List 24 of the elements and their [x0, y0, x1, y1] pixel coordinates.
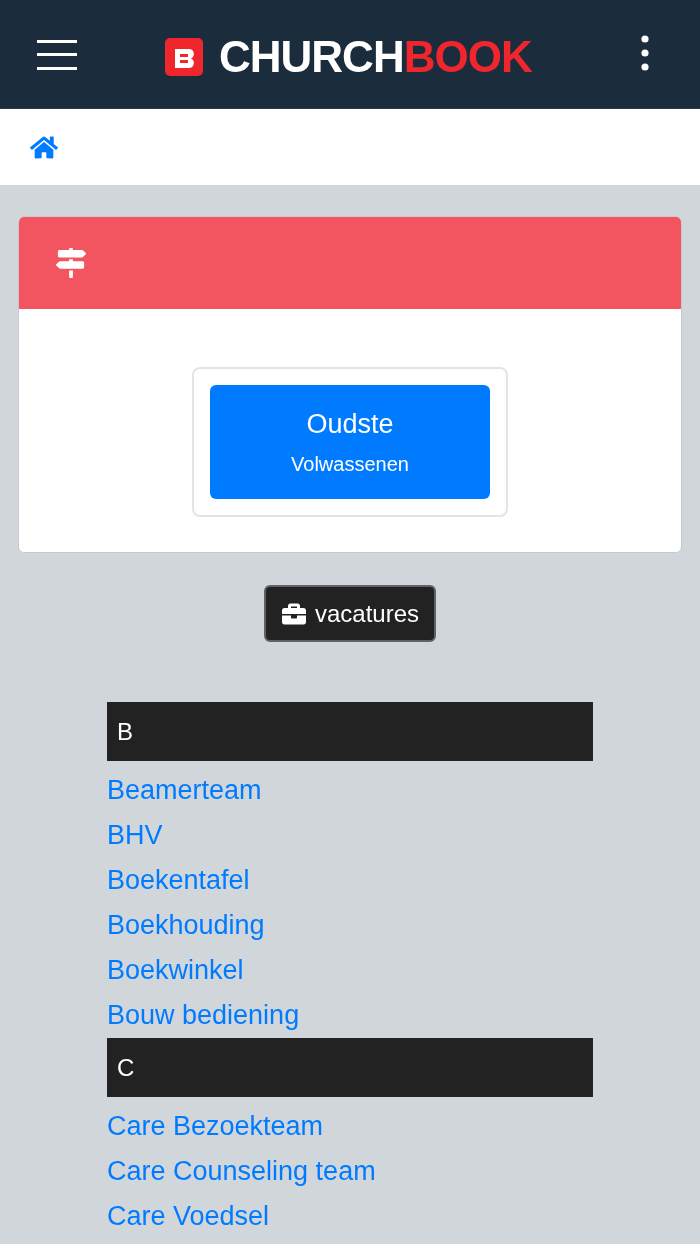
group-title: Oudste: [306, 408, 394, 440]
team-link[interactable]: Beamerteam: [107, 768, 262, 813]
group-subtitle: Volwassenen: [291, 452, 409, 476]
team-link[interactable]: Bouw bediening: [107, 993, 300, 1038]
team-link[interactable]: Care Bezoekteam: [107, 1104, 324, 1149]
letter-header: B: [107, 702, 593, 761]
team-link[interactable]: Boekhouding: [107, 903, 265, 948]
team-link[interactable]: Boekentafel: [107, 858, 250, 903]
menu-button[interactable]: [37, 40, 77, 70]
team-link[interactable]: BHV: [107, 813, 163, 858]
menu-icon: [37, 40, 77, 70]
logo-text: CHURCHBOOK: [219, 35, 532, 79]
more-icon: [641, 35, 649, 71]
group-button[interactable]: Oudste Volwassenen: [210, 385, 490, 499]
briefcase-icon: [280, 601, 307, 626]
home-icon: [30, 134, 58, 160]
home-link[interactable]: [30, 134, 58, 160]
logo-icon: [165, 38, 203, 76]
signpost-icon: [56, 248, 86, 278]
team-link[interactable]: Care Voedsel: [107, 1194, 270, 1239]
team-link[interactable]: Care Counseling team: [107, 1149, 376, 1194]
vacatures-button[interactable]: vacatures: [263, 585, 437, 642]
team-link[interactable]: Boekwinkel: [107, 948, 244, 993]
letter-header: C: [107, 1038, 593, 1097]
